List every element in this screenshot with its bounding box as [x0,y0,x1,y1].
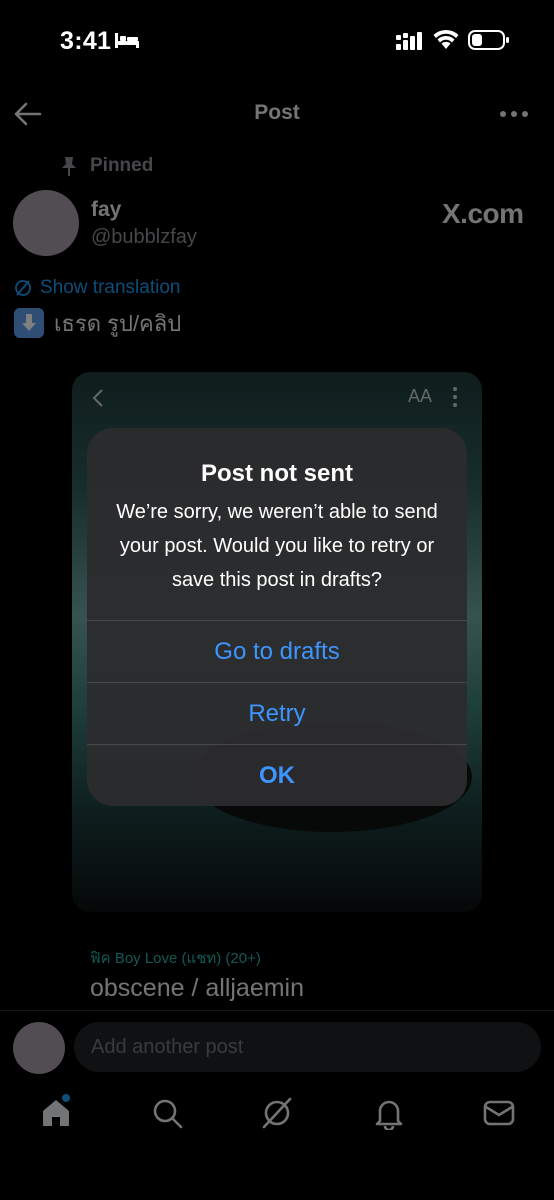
divider [0,1010,554,1011]
author-avatar[interactable] [13,190,79,256]
wifi-icon [433,29,459,49]
alert-title: Post not sent [200,460,353,487]
ok-button[interactable]: OK [87,744,467,806]
grok-icon[interactable] [260,1096,294,1130]
signal-icon [396,32,422,50]
media-topbar: AA [72,372,482,422]
bed-icon [115,33,139,48]
chevron-left-icon [92,389,103,407]
author-handle[interactable]: @bubblzfay [91,226,197,249]
reply-input[interactable] [74,1022,541,1072]
post-not-sent-alert: Post not sent We’re sorry, we weren’t ab… [87,428,467,806]
go-to-drafts-button[interactable]: Go to drafts [87,620,467,682]
pinned-label: Pinned [90,155,154,176]
nav-bar: Post [0,86,554,146]
text-size-icon: AA [408,386,433,406]
more-vertical-icon [453,387,457,407]
show-translation-link[interactable]: Show translation [14,276,180,300]
search-icon[interactable] [150,1096,184,1130]
show-translation-label: Show translation [40,277,181,298]
pin-icon [62,157,76,176]
translate-icon [15,280,31,296]
status-time: 3:41 [60,27,112,55]
post-text-row: เธรด รูป/คลิป [14,308,181,338]
status-bar: 3:41 [0,0,554,86]
down-arrow-emoji-icon [14,308,44,338]
home-notification-dot [62,1094,70,1102]
page-title: Post [254,101,300,124]
post-body-text: เธรด รูป/คลิป [54,310,182,336]
story-title: obscene / alljaemin [90,974,305,1002]
bottom-tab-bar [0,1084,554,1154]
retry-button[interactable]: Retry [87,682,467,744]
alert-message: We’re sorry, we weren’t able to send you… [116,501,438,591]
current-user-avatar [13,1022,65,1074]
author-display-name[interactable]: fay [91,198,121,222]
story-tag: ฟิค Boy Love (แชท) (20+) [90,950,261,967]
more-horizontal-icon[interactable] [498,102,530,126]
x-com-logo: X.com [442,198,524,229]
notifications-icon[interactable] [372,1096,406,1130]
battery-icon [468,30,509,50]
pinned-indicator: Pinned [60,154,153,178]
messages-icon[interactable] [482,1096,516,1130]
